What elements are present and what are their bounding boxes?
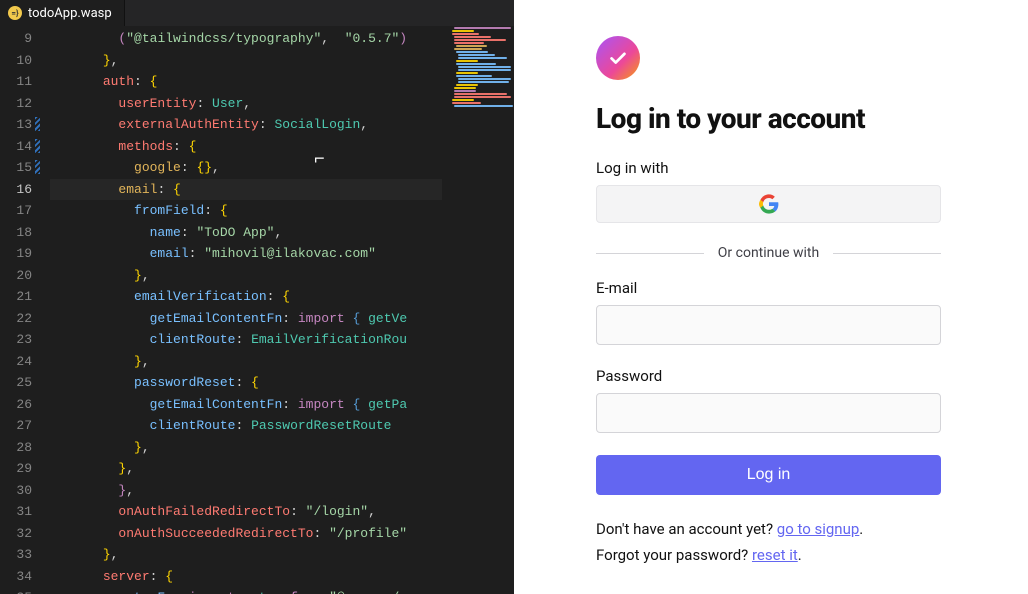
line-number-gutter: 9101112131415161718192021222324252627282…	[0, 26, 50, 594]
login-form-pane: Log in to your account Log in with Or co…	[514, 0, 1028, 594]
line-number: 31	[0, 501, 32, 523]
code-editor-pane: =} todoApp.wasp 910111213141516171819202…	[0, 0, 514, 594]
email-field[interactable]	[596, 305, 941, 345]
line-number: 9	[0, 28, 32, 50]
google-signin-button[interactable]	[596, 185, 941, 223]
line-number: 27	[0, 415, 32, 437]
login-button[interactable]: Log in	[596, 455, 941, 495]
line-number: 28	[0, 437, 32, 459]
line-number: 24	[0, 351, 32, 373]
modified-line-marker	[35, 160, 40, 174]
password-field[interactable]	[596, 393, 941, 433]
google-icon	[759, 194, 779, 214]
line-number: 18	[0, 222, 32, 244]
minimap[interactable]	[442, 26, 514, 594]
line-number: 25	[0, 372, 32, 394]
line-number: 34	[0, 566, 32, 588]
forgot-password-helper: Forgot your password? reset it.	[596, 543, 968, 569]
line-number: 12	[0, 93, 32, 115]
line-number: 13	[0, 114, 32, 136]
divider-or-continue: Or continue with	[596, 245, 941, 261]
line-number: 10	[0, 50, 32, 72]
line-number: 11	[0, 71, 32, 93]
checkmark-icon	[607, 47, 629, 69]
login-title: Log in to your account	[596, 102, 968, 135]
line-number: 16	[0, 179, 32, 201]
line-number: 33	[0, 544, 32, 566]
modified-line-marker	[35, 139, 40, 153]
line-number: 23	[0, 329, 32, 351]
line-number: 20	[0, 265, 32, 287]
line-number: 19	[0, 243, 32, 265]
reset-password-link[interactable]: reset it	[752, 546, 798, 564]
editor-tab-filename: todoApp.wasp	[28, 6, 112, 21]
signin-with-label: Log in with	[596, 159, 968, 177]
go-to-signup-link[interactable]: go to signup	[777, 520, 860, 538]
editor-tab[interactable]: =} todoApp.wasp	[0, 0, 125, 26]
line-number: 17	[0, 200, 32, 222]
wasp-file-icon: =}	[8, 6, 22, 20]
line-number: 26	[0, 394, 32, 416]
line-number: 15	[0, 157, 32, 179]
line-number: 30	[0, 480, 32, 502]
line-number: 21	[0, 286, 32, 308]
modified-line-marker	[35, 117, 40, 131]
line-number: 29	[0, 458, 32, 480]
line-number: 14	[0, 136, 32, 158]
app-logo-badge	[596, 36, 640, 80]
editor-tab-bar: =} todoApp.wasp	[0, 0, 514, 26]
signup-helper: Don't have an account yet? go to signup.	[596, 517, 968, 543]
email-label: E-mail	[596, 279, 968, 297]
line-number: 35	[0, 587, 32, 594]
editor-body[interactable]: 9101112131415161718192021222324252627282…	[0, 26, 514, 594]
password-label: Password	[596, 367, 968, 385]
line-number: 22	[0, 308, 32, 330]
line-number: 32	[0, 523, 32, 545]
